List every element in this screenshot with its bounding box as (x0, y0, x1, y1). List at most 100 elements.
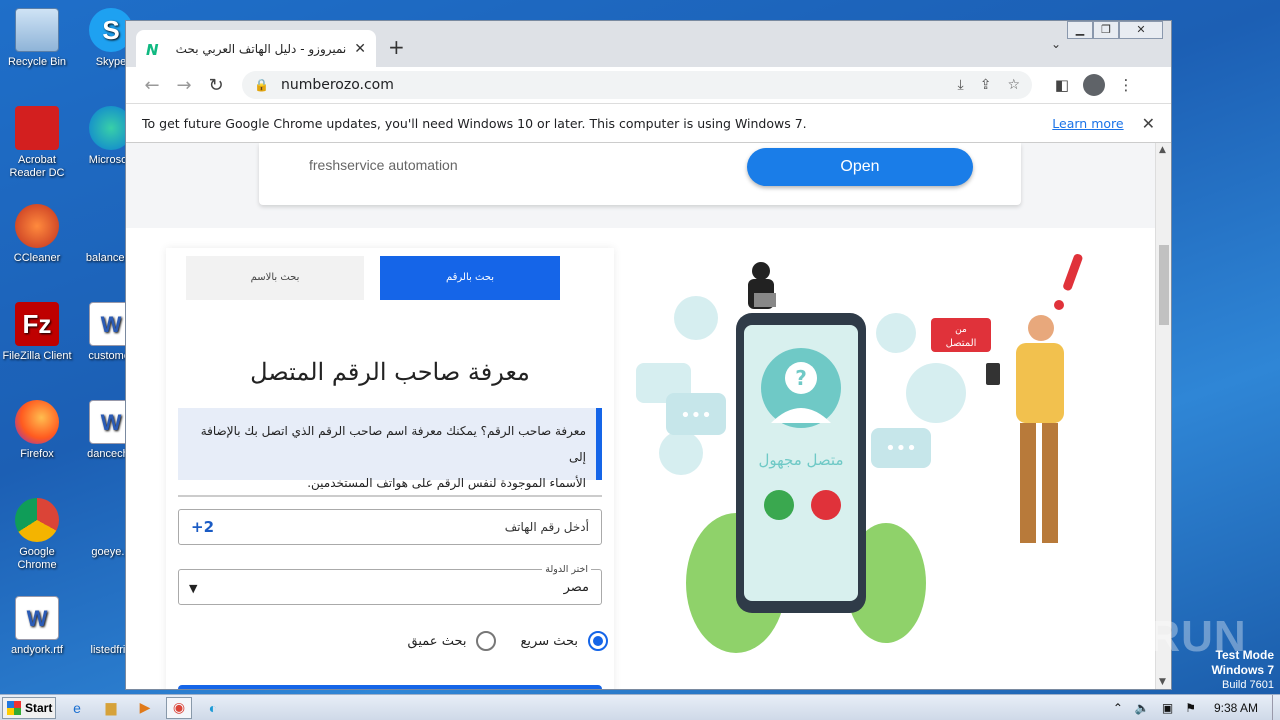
show-desktop-button[interactable] (1272, 695, 1280, 720)
volume-icon[interactable]: 🔈 (1135, 701, 1150, 715)
edge-taskbar-icon[interactable]: ◐ (200, 697, 226, 719)
install-app-icon[interactable]: ⤓ (958, 77, 964, 93)
start-button[interactable]: Start (2, 696, 56, 719)
search-card: بحث بالاسم بحث بالرقم معرفة صاحب الرقم ا… (166, 248, 614, 689)
scroll-thumb[interactable] (1159, 245, 1169, 325)
tab-strip: N نميروزو - دليل الهاتف العربي بحث بالا … (126, 21, 1171, 67)
chrome-window: N نميروزو - دليل الهاتف العربي بحث بالا … (125, 20, 1172, 690)
exclamation-icon (1063, 253, 1083, 291)
ad-text: freshservice automation (309, 157, 458, 173)
bg-person-icon (659, 431, 703, 475)
close-window-button[interactable]: ✕ (1119, 21, 1163, 39)
profile-avatar[interactable] (1083, 74, 1105, 96)
hacker-figure (752, 262, 770, 280)
laptop-icon (754, 293, 776, 307)
dropdown-arrow-icon: ▼ (189, 582, 198, 595)
clock[interactable]: 9:38 AM (1214, 701, 1258, 715)
recycle-bin-icon (15, 8, 59, 52)
windows-logo-icon (7, 700, 21, 715)
handheld-phone-icon (986, 363, 1000, 385)
info-line: معرفة صاحب الرقم؟ يمكنك معرفة اسم صاحب ا… (200, 424, 586, 464)
tab-search-by-number[interactable]: بحث بالرقم (380, 256, 560, 300)
tab-search-chevron-icon[interactable]: ⌄ (1051, 37, 1061, 51)
desktop-icon-filezilla[interactable]: Fz FileZilla Client (2, 302, 72, 363)
maximize-button[interactable]: ❐ (1093, 21, 1119, 39)
country-select[interactable]: اختر الدولة مصر ▼ (178, 564, 602, 605)
explorer-taskbar-icon[interactable]: ▆ (98, 697, 124, 719)
infobar-message: To get future Google Chrome updates, you… (142, 115, 807, 131)
page-title: معرفة صاحب الرقم المتصل (250, 358, 530, 386)
learn-more-link[interactable]: Learn more (1052, 116, 1123, 131)
question-mark-icon: ? (795, 366, 807, 390)
svg-text:المتصل: المتصل (946, 338, 977, 349)
firefox-icon (15, 400, 59, 444)
numberozo-favicon-icon: N (146, 40, 159, 59)
ad-open-button[interactable]: Open (747, 148, 973, 186)
country-value: مصر (563, 580, 589, 595)
bg-person-icon (906, 363, 966, 423)
address-bar[interactable]: 🔒 numberozo.com ⤓ ⇪ ☆ (242, 71, 1032, 99)
taskbar: Start e ▆ ▶ ◉ ◐ ⌃ 🔈 ▣ ⚑ 9:38 AM (0, 694, 1280, 720)
word-document-icon: W (15, 596, 59, 640)
browser-toolbar: ← → ↻ 🔒 numberozo.com ⤓ ⇪ ☆ ◧ ⋮ (126, 67, 1171, 103)
filezilla-icon: Fz (15, 302, 59, 346)
desktop-icon-recycle-bin[interactable]: Recycle Bin (2, 8, 72, 69)
media-player-taskbar-icon[interactable]: ▶ (132, 697, 158, 719)
browser-tab[interactable]: N نميروزو - دليل الهاتف العربي بحث بالا … (136, 30, 376, 67)
svg-text:•••: ••• (680, 405, 712, 426)
chrome-icon (15, 498, 59, 542)
caller-illustration: ••• ••• ? متصل مجهول من المتصل (636, 253, 1083, 653)
radio-deep-search[interactable] (476, 631, 497, 651)
phone-input[interactable]: +2 أدخل رقم الهاتف (178, 509, 602, 545)
phone-placeholder: أدخل رقم الهاتف (504, 520, 589, 534)
ie-taskbar-icon[interactable]: e (64, 697, 90, 719)
answer-call-icon (764, 490, 794, 520)
acrobat-icon (15, 106, 59, 150)
desktop-icon-ccleaner[interactable]: CCleaner (2, 204, 72, 265)
tab-title: نميروزو - دليل الهاتف العربي بحث بالا (174, 41, 347, 56)
radio-quick-search[interactable] (588, 631, 608, 651)
chrome-taskbar-icon[interactable]: ◉ (166, 696, 192, 719)
back-button[interactable]: ← (136, 75, 168, 96)
network-icon[interactable]: ▣ (1162, 701, 1173, 715)
radio-deep-label[interactable]: بحث عميق (408, 634, 467, 649)
desktop-icon-chrome[interactable]: Google Chrome (2, 498, 72, 572)
radio-quick-label[interactable]: بحث سريع (520, 634, 578, 649)
reload-button[interactable]: ↻ (200, 75, 232, 96)
info-box: معرفة صاحب الرقم؟ يمكنك معرفة اسم صاحب ا… (178, 408, 602, 490)
minimize-button[interactable]: ▁ (1067, 21, 1093, 39)
system-tray: ⌃ 🔈 ▣ ⚑ 9:38 AM (1107, 695, 1280, 720)
desktop-icon-firefox[interactable]: Firefox (2, 400, 72, 461)
lock-icon[interactable]: 🔒 (254, 78, 269, 92)
search-mode-radios: بحث سريع بحث عميق (408, 631, 608, 651)
bookmark-star-icon[interactable]: ☆ (1007, 77, 1020, 93)
page-scrollbar[interactable]: ▲ ▼ (1155, 143, 1171, 689)
svg-text:•••: ••• (885, 438, 917, 459)
bg-person-icon (674, 296, 718, 340)
side-panel-icon[interactable]: ◧ (1046, 76, 1078, 94)
scroll-down-icon[interactable]: ▼ (1159, 677, 1166, 687)
menu-kebab-icon[interactable]: ⋮ (1110, 76, 1142, 94)
scroll-up-icon[interactable]: ▲ (1159, 145, 1166, 155)
info-line: الأسماء الموجودة لنفس الرقم على هواتف ال… (307, 476, 586, 490)
tab-search-by-name[interactable]: بحث بالاسم (186, 256, 364, 300)
decline-call-icon (811, 490, 841, 520)
url-text[interactable]: numberozo.com (281, 77, 942, 93)
svg-text:من: من (955, 325, 967, 335)
new-tab-button[interactable]: + (388, 35, 405, 59)
window-controls: ▁ ❐ ✕ (1067, 21, 1163, 39)
share-icon[interactable]: ⇪ (980, 77, 992, 93)
ad-banner[interactable]: freshservice automation Open (259, 143, 1021, 205)
search-submit-button[interactable] (178, 685, 602, 689)
divider (178, 495, 602, 497)
desktop-icon-acrobat[interactable]: Acrobat Reader DC (2, 106, 72, 180)
tab-close-icon[interactable]: ✕ (354, 41, 366, 57)
unknown-caller-label: متصل مجهول (759, 451, 844, 469)
tray-expand-icon[interactable]: ⌃ (1113, 701, 1123, 715)
desktop-icon-andyork[interactable]: W andyork.rtf (2, 596, 72, 657)
country-label: اختر الدولة (542, 564, 591, 575)
country-code: +2 (191, 518, 215, 536)
action-center-flag-icon[interactable]: ⚑ (1185, 701, 1196, 715)
forward-button[interactable]: → (168, 75, 200, 96)
infobar-close-icon[interactable]: ✕ (1142, 114, 1155, 133)
